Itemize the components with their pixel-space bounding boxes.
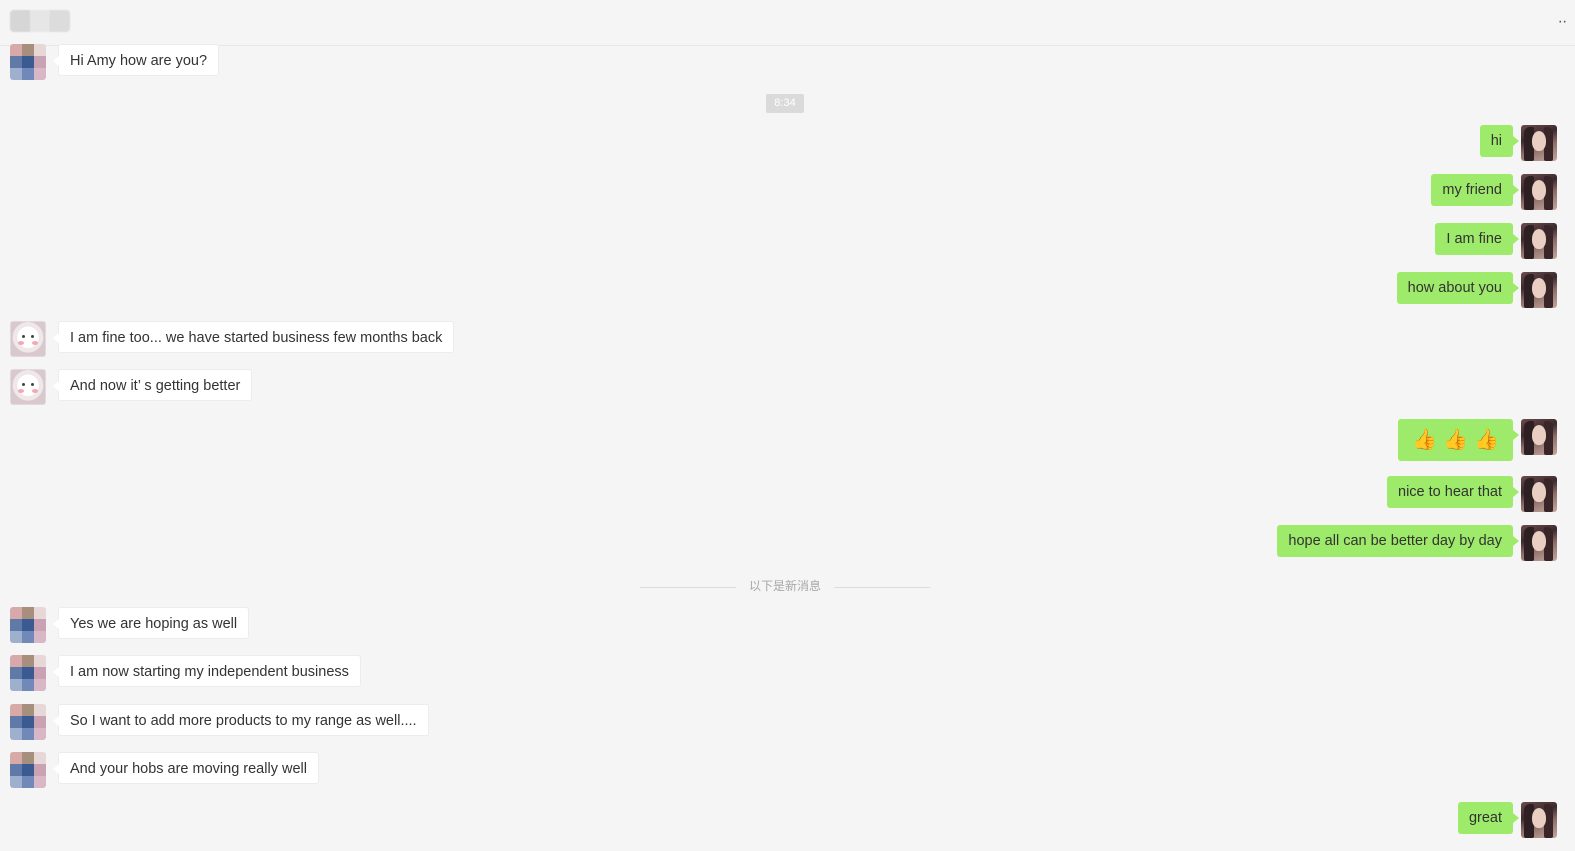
sent-message-bubble[interactable]: my friend — [1431, 174, 1519, 206]
received-message-bubble[interactable]: Yes we are hoping as well — [52, 607, 250, 639]
message-row: And your hobs are moving really well — [0, 752, 800, 788]
chat-window: ·· Hi Amy how are you? 8:34 hi my friend… — [0, 0, 1575, 851]
sent-emoji-bubble[interactable]: 👍👍👍 — [1398, 419, 1519, 461]
contact-avatar[interactable] — [10, 655, 46, 691]
received-message-bubble[interactable]: And now it’ s getting better — [52, 369, 253, 401]
new-messages-divider-label: 以下是新消息 — [748, 579, 821, 593]
contact-avatar[interactable] — [10, 321, 46, 357]
message-row: I am fine too... we have started busines… — [0, 321, 800, 357]
received-message-bubble[interactable]: I am now starting my independent busines… — [53, 655, 361, 687]
message-row: hope all can be better day by day — [775, 525, 1575, 561]
message-row: And now it’ s getting better — [0, 369, 800, 405]
user-avatar[interactable] — [1521, 272, 1557, 308]
received-message-bubble[interactable]: I am fine too... we have started busines… — [52, 321, 455, 353]
user-avatar[interactable] — [1521, 802, 1557, 838]
message-timestamp: 8:34 — [766, 94, 804, 113]
contact-avatar[interactable] — [10, 607, 46, 643]
sent-message-bubble[interactable]: hope all can be better day by day — [1277, 525, 1519, 557]
sent-message-bubble[interactable]: nice to hear that — [1387, 476, 1519, 508]
message-row: how about you — [775, 272, 1575, 308]
message-row: my friend — [775, 174, 1575, 210]
contact-avatar[interactable] — [10, 704, 46, 740]
contact-name-blurred — [10, 10, 70, 32]
message-row: hi — [775, 125, 1575, 161]
received-message-bubble[interactable]: And your hobs are moving really well — [53, 752, 319, 784]
new-messages-divider-line-right — [834, 587, 930, 588]
message-row: I am now starting my independent busines… — [0, 655, 800, 691]
sent-message-bubble[interactable]: how about you — [1396, 272, 1520, 304]
user-avatar[interactable] — [1521, 174, 1557, 210]
message-row: Hi Amy how are you? — [0, 44, 800, 80]
sent-message-bubble[interactable]: I am fine — [1435, 223, 1519, 255]
message-row: I am fine — [775, 223, 1575, 259]
contact-avatar[interactable] — [10, 752, 46, 788]
contact-avatar[interactable] — [10, 369, 46, 405]
new-messages-divider-line-left — [640, 587, 736, 588]
contact-avatar[interactable] — [10, 44, 46, 80]
user-avatar[interactable] — [1521, 419, 1557, 455]
more-dots-icon[interactable]: ·· — [1555, 14, 1569, 30]
user-avatar[interactable] — [1521, 525, 1557, 561]
sent-message-bubble[interactable]: hi — [1479, 125, 1520, 157]
message-row: great — [775, 802, 1575, 838]
user-avatar[interactable] — [1521, 223, 1557, 259]
user-avatar[interactable] — [1521, 125, 1557, 161]
chat-header: ·· — [0, 0, 1575, 46]
received-message-bubble[interactable]: Hi Amy how are you? — [52, 44, 220, 76]
received-message-bubble[interactable]: So I want to add more products to my ran… — [53, 704, 429, 736]
sent-message-bubble[interactable]: great — [1457, 802, 1520, 834]
message-row: So I want to add more products to my ran… — [0, 704, 800, 740]
message-row: nice to hear that — [775, 476, 1575, 512]
user-avatar[interactable] — [1521, 476, 1557, 512]
message-row: 👍👍👍 — [775, 419, 1575, 463]
message-row: Yes we are hoping as well — [0, 607, 800, 643]
